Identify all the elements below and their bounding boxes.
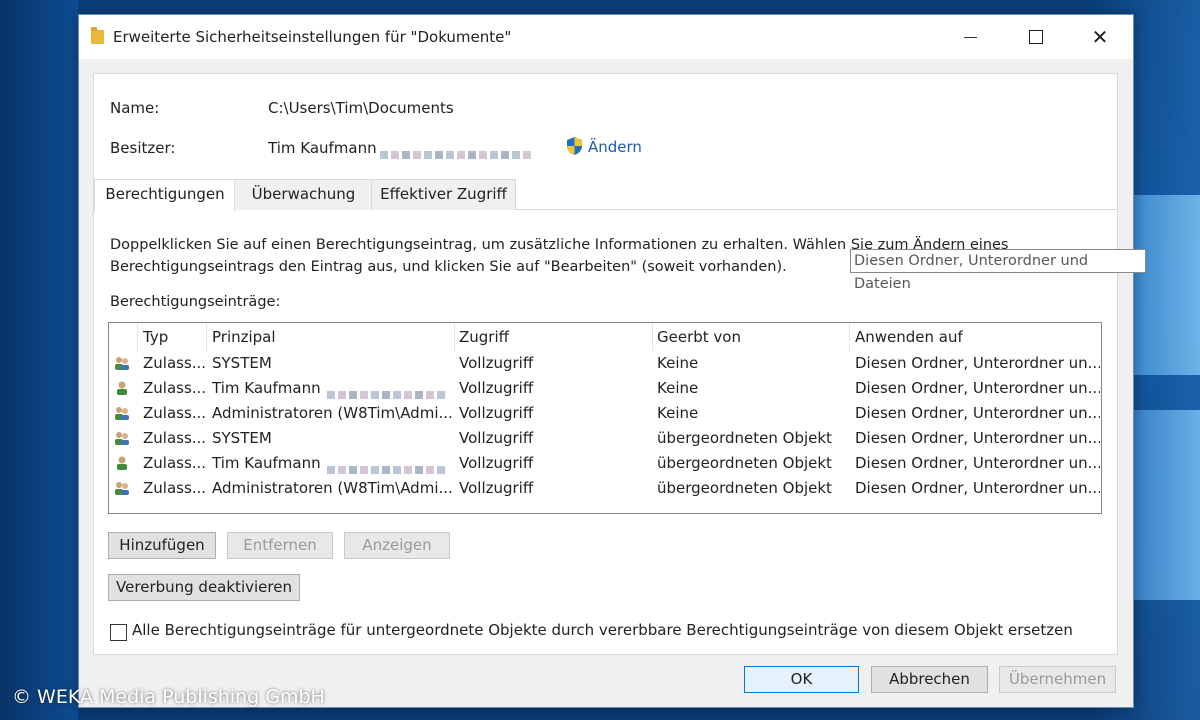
table-row[interactable]: Zulass... Administratoren (W8Tim\Admi... V… xyxy=(109,476,1101,501)
name-label: Name: xyxy=(110,99,160,117)
type-cell: Zulass... xyxy=(143,354,207,372)
desktop-background-left xyxy=(0,0,78,720)
type-cell: Zulass... xyxy=(143,454,207,472)
list-header: Typ Prinzipal Zugriff Geerbt von Anwende… xyxy=(109,323,1101,351)
desktop-logo-panel-top xyxy=(1130,195,1200,375)
uac-shield-icon xyxy=(567,137,582,155)
change-owner-link[interactable]: Ändern xyxy=(588,138,642,156)
tab-strip: Berechtigungen Überwachung Effektiver Zu… xyxy=(94,179,1117,211)
inherited-from-cell: übergeordneten Objekt xyxy=(657,479,832,497)
type-cell: Zulass... xyxy=(143,479,207,497)
applies-to-tooltip: Diesen Ordner, Unterordner und Dateien xyxy=(850,249,1146,292)
inherited-from-cell: Keine xyxy=(657,379,699,397)
redacted-account-name xyxy=(327,384,448,399)
applies-to-cell: Diesen Ordner, Unterordner un... xyxy=(855,379,1100,397)
applies-to-cell: Diesen Ordner, Unterordner un... xyxy=(855,454,1100,472)
disable-inheritance-button[interactable]: Vererbung deaktivieren xyxy=(108,574,300,601)
table-row[interactable]: Zulass... Tim Kaufmann Vollzugriff Keine Die… xyxy=(109,376,1101,401)
close-icon: ✕ xyxy=(1091,25,1109,49)
access-cell: Vollzugriff xyxy=(459,454,534,472)
column-header-inherited-from[interactable]: Geerbt von xyxy=(657,328,741,346)
principal-cell: SYSTEM xyxy=(212,354,272,372)
applies-to-cell: Diesen Ordner, Unterordner un... xyxy=(855,404,1100,422)
applies-to-cell: Diesen Ordner, Unterordner un... xyxy=(855,479,1100,497)
tab-effective-access[interactable]: Effektiver Zugriff xyxy=(371,179,516,210)
replace-child-permissions-label: Alle Berechtigungseinträge für untergeor… xyxy=(132,621,1073,639)
column-header-access[interactable]: Zugriff xyxy=(459,328,509,346)
minimize-button[interactable] xyxy=(939,15,1001,59)
main-panel: Name: C:\Users\Tim\Documents Besitzer: T… xyxy=(93,73,1146,655)
title-bar[interactable]: Erweiterte Sicherheitseinstellungen für … xyxy=(79,15,1133,59)
access-cell: Vollzugriff xyxy=(459,404,534,422)
remove-button[interactable]: Entfernen xyxy=(227,532,333,559)
user-icon xyxy=(117,381,127,395)
redacted-owner-account xyxy=(380,144,534,159)
access-cell: Vollzugriff xyxy=(459,479,534,497)
type-cell: Zulass... xyxy=(143,379,207,397)
tab-permissions[interactable]: Berechtigungen xyxy=(94,179,236,211)
maximize-icon xyxy=(1029,30,1043,44)
access-cell: Vollzugriff xyxy=(459,429,534,447)
access-cell: Vollzugriff xyxy=(459,379,534,397)
applies-to-cell: Diesen Ordner, Unterordner un... xyxy=(855,429,1100,447)
owner-label: Besitzer: xyxy=(110,139,176,157)
apply-button[interactable]: Übernehmen xyxy=(999,666,1116,693)
user-icon xyxy=(117,456,127,470)
replace-child-permissions-checkbox[interactable] xyxy=(110,624,127,641)
permission-entries-list[interactable]: Typ Prinzipal Zugriff Geerbt von Anwende… xyxy=(108,322,1102,514)
type-cell: Zulass... xyxy=(143,429,207,447)
add-button[interactable]: Hinzufügen xyxy=(108,532,216,559)
security-settings-dialog: Erweiterte Sicherheitseinstellungen für … xyxy=(78,14,1146,708)
copyright-watermark: © WEKA Media Publishing GmbH xyxy=(12,686,325,708)
cancel-button[interactable]: Abbrechen xyxy=(871,666,988,693)
view-button[interactable]: Anzeigen xyxy=(344,532,450,559)
desktop-logo-panel-bottom xyxy=(1130,410,1200,600)
column-header-applies-to[interactable]: Anwenden auf xyxy=(855,328,963,346)
minimize-icon xyxy=(963,36,977,38)
applies-to-cell: Diesen Ordner, Unterordner un... xyxy=(855,354,1100,372)
redacted-account-name xyxy=(327,459,448,474)
inherited-from-cell: Keine xyxy=(657,354,699,372)
group-icon xyxy=(115,357,129,370)
maximize-button[interactable] xyxy=(1005,15,1067,59)
inherited-from-cell: übergeordneten Objekt xyxy=(657,454,832,472)
folder-icon xyxy=(91,27,104,44)
name-value: C:\Users\Tim\Documents xyxy=(268,99,454,117)
column-header-type[interactable]: Typ xyxy=(143,328,168,346)
principal-cell: SYSTEM xyxy=(212,429,272,447)
group-icon xyxy=(115,432,129,445)
tab-auditing[interactable]: Überwachung xyxy=(234,179,373,210)
table-row[interactable]: Zulass... Tim Kaufmann Vollzugriff übergeor… xyxy=(109,451,1101,476)
inherited-from-cell: Keine xyxy=(657,404,699,422)
type-cell: Zulass... xyxy=(143,404,207,422)
close-button[interactable]: ✕ xyxy=(1069,15,1131,59)
principal-cell: Administratoren (W8Tim\Admi... xyxy=(212,479,452,497)
window-title: Erweiterte Sicherheitseinstellungen für … xyxy=(113,28,512,46)
table-row[interactable]: Zulass... SYSTEM Vollzugriff Keine Diesen Or… xyxy=(109,351,1101,376)
principal-cell: Administratoren (W8Tim\Admi... xyxy=(212,404,452,422)
group-icon xyxy=(115,407,129,420)
inherited-from-cell: übergeordneten Objekt xyxy=(657,429,832,447)
column-header-principal[interactable]: Prinzipal xyxy=(212,328,276,346)
group-icon xyxy=(115,482,129,495)
permission-entries-label: Berechtigungseinträge: xyxy=(110,294,281,310)
access-cell: Vollzugriff xyxy=(459,354,534,372)
ok-button[interactable]: OK xyxy=(744,666,859,693)
table-row[interactable]: Zulass... Administratoren (W8Tim\Admi... V… xyxy=(109,401,1101,426)
table-row[interactable]: Zulass... SYSTEM Vollzugriff übergeordneten… xyxy=(109,426,1101,451)
owner-value: Tim Kaufmann xyxy=(268,139,377,157)
